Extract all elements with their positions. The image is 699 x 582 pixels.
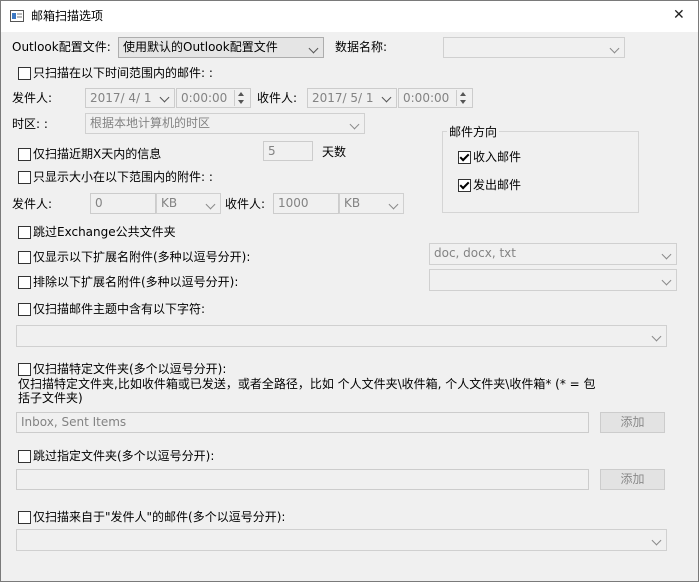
- exclude-extensions-select[interactable]: [429, 269, 677, 291]
- inbound-checkbox[interactable]: [458, 151, 471, 164]
- chevron-down-icon: [609, 43, 620, 54]
- folders-checkbox[interactable]: [18, 363, 31, 376]
- outbound-label: 发出邮件: [473, 178, 522, 192]
- chevron-down-icon: [388, 199, 399, 210]
- senders-checkbox[interactable]: [18, 511, 31, 524]
- skip-folders-label: 跳过指定文件夹(多个以逗号分开):: [33, 449, 215, 463]
- datastore-select[interactable]: [443, 37, 625, 58]
- recent-days-unit: 天数: [322, 145, 347, 159]
- only-extensions-checkbox[interactable]: [18, 251, 31, 264]
- size-from-unit-value: KB: [161, 196, 178, 210]
- profile-select-value: 使用默认的Outlook配置文件: [123, 40, 278, 54]
- spin-down-icon: [460, 100, 466, 104]
- timezone-value: 根据本地计算机的时区: [90, 116, 211, 130]
- dialog-window: 邮箱扫描选项 ✕ Outlook配置文件: 使用默认的Outlook配置文件 数…: [0, 0, 699, 582]
- senders-select[interactable]: [16, 529, 667, 551]
- attachment-size-label: 只显示大小在以下范围内的附件: :: [33, 170, 213, 184]
- time-range-label: 只扫描在以下时间范围内的邮件: :: [33, 66, 213, 80]
- size-to-value: 1000: [278, 196, 309, 210]
- recent-days-value: 5: [268, 144, 276, 158]
- chevron-down-icon: [381, 92, 392, 103]
- chevron-down-icon: [661, 249, 672, 260]
- folders-input[interactable]: Inbox, Sent Items: [16, 412, 589, 433]
- skip-folders-checkbox[interactable]: [18, 450, 31, 463]
- sender-date-picker[interactable]: 2017/ 4/ 1: [85, 88, 175, 108]
- skip-folders-input[interactable]: [16, 469, 589, 490]
- size-from-label: 发件人:: [12, 197, 53, 211]
- profile-select[interactable]: 使用默认的Outlook配置文件: [118, 37, 324, 58]
- mail-direction-group: [442, 131, 639, 213]
- chevron-down-icon: [651, 535, 662, 546]
- attachment-size-checkbox[interactable]: [18, 171, 31, 184]
- size-to-label: 收件人:: [225, 197, 266, 211]
- only-extensions-value: doc, docx, txt: [434, 246, 516, 260]
- senders-label: 仅扫描来自于"发件人"的邮件(多个以逗号分开):: [33, 510, 286, 524]
- close-button[interactable]: ✕: [673, 7, 685, 23]
- mail-direction-title: 邮件方向: [447, 124, 500, 140]
- size-from-input[interactable]: 0: [90, 193, 156, 214]
- skip-exchange-checkbox[interactable]: [18, 226, 31, 239]
- folders-label: 仅扫描特定文件夹(多个以逗号分开):: [33, 362, 227, 376]
- skip-exchange-label: 跳过Exchange公共文件夹: [33, 225, 176, 239]
- profile-label: Outlook配置文件:: [12, 40, 111, 54]
- chevron-down-icon: [661, 275, 672, 286]
- recipient-date-value: 2017/ 5/ 1: [312, 91, 374, 105]
- timezone-label: 时区: :: [12, 117, 48, 131]
- size-from-value: 0: [95, 196, 103, 210]
- sender-time-value: 0:00:00: [181, 91, 228, 105]
- subject-select[interactable]: [16, 325, 667, 347]
- folders-input-value: Inbox, Sent Items: [21, 415, 127, 429]
- size-from-unit-select[interactable]: KB: [156, 193, 221, 214]
- sender-time-input[interactable]: 0:00:00: [176, 88, 251, 108]
- inbound-label: 收入邮件: [473, 150, 522, 164]
- chevron-down-icon: [349, 119, 360, 130]
- size-to-input[interactable]: 1000: [273, 193, 339, 214]
- chevron-down-icon: [205, 199, 216, 210]
- exclude-extensions-label: 排除以下扩展名附件(多种以逗号分开):: [33, 275, 239, 289]
- sender-time-spinner[interactable]: [234, 90, 249, 106]
- timezone-select[interactable]: 根据本地计算机的时区: [85, 113, 365, 134]
- subject-checkbox[interactable]: [18, 303, 31, 316]
- recent-days-input[interactable]: 5: [263, 141, 313, 161]
- window-title: 邮箱扫描选项: [31, 9, 104, 23]
- spin-up-icon: [460, 92, 466, 96]
- chevron-down-icon: [651, 331, 662, 342]
- app-icon: [10, 10, 24, 22]
- datastore-label: 数据名称:: [335, 40, 388, 54]
- recipient-time-spinner[interactable]: [456, 90, 471, 106]
- title-bar: 邮箱扫描选项 ✕: [1, 1, 698, 32]
- size-to-unit-select[interactable]: KB: [339, 193, 404, 214]
- recipient-time-input[interactable]: 0:00:00: [398, 88, 473, 108]
- recent-days-checkbox[interactable]: [18, 148, 31, 161]
- recent-days-label: 仅扫描近期X天内的信息: [33, 147, 162, 161]
- only-extensions-select[interactable]: doc, docx, txt: [429, 243, 677, 265]
- sender-date-value: 2017/ 4/ 1: [90, 91, 152, 105]
- spin-up-icon: [238, 92, 244, 96]
- time-range-checkbox[interactable]: [18, 67, 31, 80]
- time-recipient-label: 收件人:: [257, 91, 298, 105]
- chevron-down-icon: [308, 43, 319, 54]
- recipient-date-picker[interactable]: 2017/ 5/ 1: [307, 88, 397, 108]
- exclude-extensions-checkbox[interactable]: [18, 276, 31, 289]
- time-sender-label: 发件人:: [12, 91, 53, 105]
- only-extensions-label: 仅显示以下扩展名附件(多种以逗号分开):: [33, 250, 251, 264]
- folders-hint: 仅扫描特定文件夹,比如收件箱或已发送，或者全路径，比如 个人文件夹\收件箱, 个…: [18, 377, 596, 405]
- outbound-checkbox[interactable]: [458, 179, 471, 192]
- skip-folders-add-button[interactable]: 添加: [600, 469, 665, 490]
- folders-add-button[interactable]: 添加: [600, 412, 665, 433]
- recipient-time-value: 0:00:00: [403, 91, 450, 105]
- size-to-unit-value: KB: [344, 196, 361, 210]
- spin-down-icon: [238, 100, 244, 104]
- chevron-down-icon: [159, 92, 170, 103]
- subject-label: 仅扫描邮件主题中含有以下字符:: [33, 302, 206, 316]
